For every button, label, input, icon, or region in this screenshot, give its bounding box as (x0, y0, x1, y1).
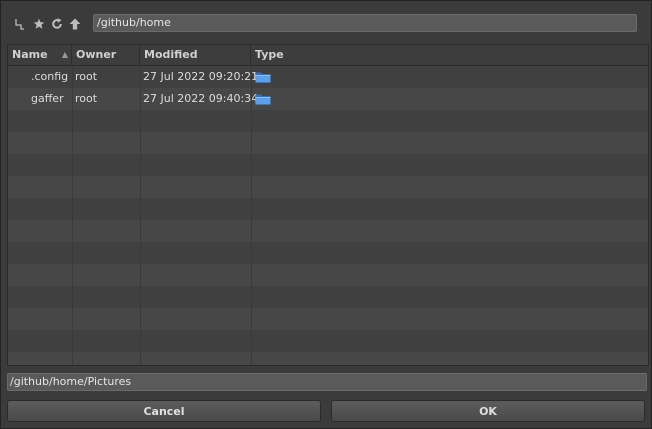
empty-row (8, 110, 648, 132)
empty-row (8, 176, 648, 198)
cancel-button[interactable]: Cancel (7, 400, 321, 422)
refresh-icon[interactable] (50, 16, 64, 32)
empty-row (8, 308, 648, 330)
sort-ascending-icon: ▲ (61, 50, 68, 59)
column-header-name-label: Name (12, 48, 48, 61)
cell-name: gaffer (31, 92, 64, 105)
empty-row (8, 352, 648, 365)
column-divider (72, 66, 73, 365)
empty-row (8, 154, 648, 176)
column-header-modified[interactable]: Modified (140, 45, 251, 65)
empty-row (8, 132, 648, 154)
table-row[interactable]: gaffer root 27 Jul 2022 09:40:34 (8, 88, 648, 110)
filename-input[interactable]: /github/home/Pictures (7, 373, 647, 391)
column-header-type[interactable]: Type (251, 45, 648, 65)
empty-row (8, 330, 648, 352)
folder-icon (255, 71, 271, 83)
empty-row (8, 220, 648, 242)
folder-up-branch-icon[interactable] (13, 16, 27, 32)
file-table: Name ▲ Owner Modified Type .config root … (7, 44, 649, 366)
table-body: .config root 27 Jul 2022 09:20:21 gaffer… (8, 66, 648, 365)
path-input[interactable]: /github/home (93, 14, 637, 32)
table-header: Name ▲ Owner Modified Type (8, 45, 648, 66)
folder-icon (255, 93, 271, 105)
up-arrow-icon[interactable] (68, 16, 82, 32)
file-browser-dialog: /github/home Name ▲ Owner Modified Type … (0, 0, 652, 429)
column-header-owner[interactable]: Owner (72, 45, 140, 65)
ok-button[interactable]: OK (331, 400, 645, 422)
empty-row (8, 242, 648, 264)
column-divider (140, 66, 141, 365)
bookmark-star-icon[interactable] (32, 16, 46, 32)
cell-owner: root (75, 92, 98, 105)
table-row[interactable]: .config root 27 Jul 2022 09:20:21 (8, 66, 648, 88)
cell-owner: root (75, 70, 98, 83)
empty-row (8, 198, 648, 220)
empty-row (8, 264, 648, 286)
empty-row (8, 286, 648, 308)
path-toolbar: /github/home (9, 14, 639, 34)
cell-name: .config (31, 70, 69, 83)
column-divider (251, 66, 252, 365)
cell-modified: 27 Jul 2022 09:40:34 (143, 92, 259, 105)
cell-modified: 27 Jul 2022 09:20:21 (143, 70, 259, 83)
column-header-name[interactable]: Name ▲ (8, 45, 72, 65)
